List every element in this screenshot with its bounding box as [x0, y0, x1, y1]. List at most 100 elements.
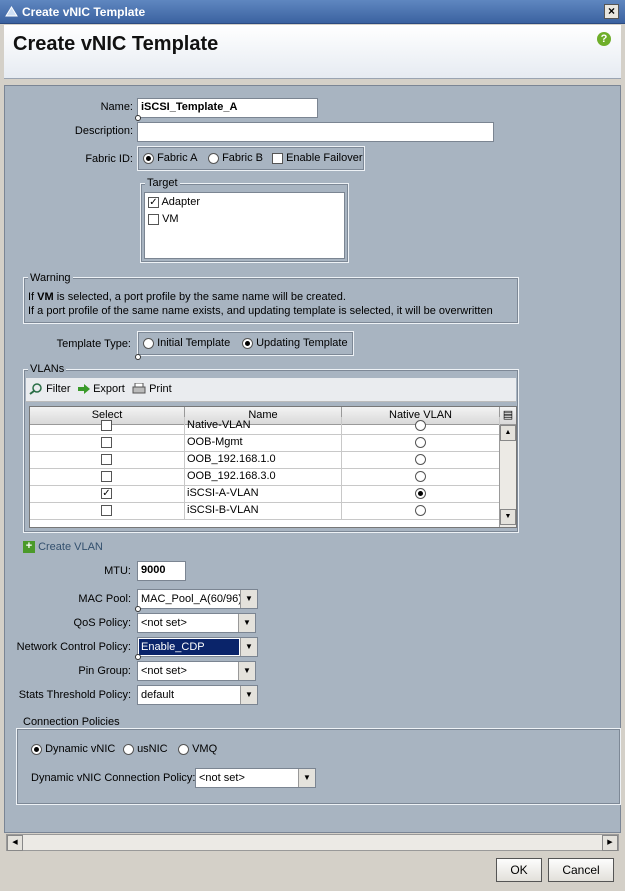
- scroll-up-icon[interactable]: ▲: [500, 425, 516, 441]
- target-vm-item[interactable]: VM: [148, 213, 179, 225]
- printer-icon: [132, 382, 146, 394]
- radio-selected-icon[interactable]: [415, 488, 426, 499]
- required-marker: [135, 606, 141, 612]
- vmq-radio[interactable]: VMQ: [178, 743, 217, 755]
- mac-pool-select[interactable]: MAC_Pool_A(60/96) ▼: [137, 589, 258, 609]
- select-cell: ✓: [30, 485, 185, 503]
- scroll-right-icon[interactable]: ▶: [602, 835, 618, 851]
- radio-icon: [178, 743, 189, 755]
- target-adapter-item[interactable]: ✓ Adapter: [148, 196, 200, 208]
- description-input[interactable]: [137, 122, 494, 142]
- checkbox-icon[interactable]: [101, 454, 112, 465]
- chevron-down-icon[interactable]: ▼: [238, 662, 255, 680]
- dynamic-vnic-radio[interactable]: Dynamic vNIC: [31, 743, 115, 755]
- native-vlan-cell: [342, 451, 500, 469]
- vertical-scrollbar[interactable]: ▲ ▼: [499, 425, 516, 527]
- qos-policy-select[interactable]: <not set> ▼: [137, 613, 256, 633]
- vlans-toolbar: Filter Export Print: [26, 378, 516, 402]
- checkbox-checked-icon[interactable]: ✓: [101, 488, 112, 499]
- native-vlan-cell: [342, 502, 500, 520]
- plus-icon: +: [23, 541, 35, 554]
- scroll-down-icon[interactable]: ▼: [500, 509, 516, 525]
- table-row[interactable]: ✓ iSCSI-A-VLAN: [30, 485, 500, 503]
- export-arrow-icon: [78, 384, 90, 395]
- radio-selected-icon: [143, 152, 154, 164]
- table-row[interactable]: Native-VLAN: [30, 417, 500, 435]
- checkbox-icon: [148, 213, 159, 225]
- checkbox-icon[interactable]: [101, 420, 112, 431]
- dynamic-vnic-policy-select[interactable]: <not set> ▼: [195, 768, 316, 788]
- pin-group-select[interactable]: <not set> ▼: [137, 661, 256, 681]
- required-marker: [135, 115, 141, 121]
- mtu-input[interactable]: 9000: [137, 561, 186, 581]
- mtu-label: MTU:: [104, 565, 131, 577]
- vlan-name-cell: OOB_192.168.1.0: [185, 451, 342, 469]
- stats-threshold-label: Stats Threshold Policy:: [18, 689, 131, 701]
- radio-icon[interactable]: [415, 437, 426, 448]
- native-vlan-cell: [342, 485, 500, 503]
- checkbox-icon[interactable]: [101, 437, 112, 448]
- checkbox-icon[interactable]: [101, 471, 112, 482]
- radio-icon[interactable]: [415, 505, 426, 516]
- fabric-b-radio[interactable]: Fabric B: [208, 152, 263, 164]
- column-chooser-icon[interactable]: ▤: [500, 407, 516, 425]
- scroll-left-icon[interactable]: ◀: [7, 835, 23, 851]
- main-panel: Name: iSCSI_Template_A Description: Fabr…: [4, 85, 621, 833]
- table-row[interactable]: iSCSI-B-VLAN: [30, 502, 500, 520]
- name-input[interactable]: iSCSI_Template_A: [137, 98, 318, 118]
- warning-text-line2: If a port profile of the same name exist…: [28, 305, 493, 317]
- create-vlan-button[interactable]: + Create VLAN: [23, 541, 103, 554]
- filter-button[interactable]: Filter: [29, 383, 71, 395]
- vlan-name-cell: OOB_192.168.3.0: [185, 468, 342, 486]
- print-button[interactable]: Print: [132, 382, 172, 395]
- window-titlebar[interactable]: Create vNIC Template ×: [0, 0, 625, 24]
- radio-icon[interactable]: [415, 420, 426, 431]
- radio-selected-icon: [242, 337, 253, 349]
- connection-policies-group: [16, 728, 621, 805]
- template-type-label: Template Type:: [56, 338, 131, 350]
- network-control-policy-select[interactable]: Enable_CDP ▼: [137, 637, 258, 657]
- ok-button[interactable]: OK: [496, 858, 542, 882]
- table-row[interactable]: OOB_192.168.3.0: [30, 468, 500, 486]
- chevron-down-icon[interactable]: ▼: [240, 638, 257, 656]
- enable-failover-checkbox[interactable]: Enable Failover: [272, 152, 363, 164]
- chevron-down-icon[interactable]: ▼: [238, 614, 255, 632]
- target-list: ✓ Adapter VM: [144, 192, 345, 259]
- usnic-radio[interactable]: usNIC: [123, 743, 168, 755]
- required-marker: [135, 354, 141, 360]
- chevron-down-icon[interactable]: ▼: [240, 590, 257, 608]
- dynamic-vnic-policy-label: Dynamic vNIC Connection Policy:: [31, 772, 196, 784]
- fabric-a-radio[interactable]: Fabric A: [143, 152, 197, 164]
- select-cell: [30, 468, 185, 486]
- app-icon: [5, 6, 18, 17]
- mac-pool-label: MAC Pool:: [78, 593, 131, 605]
- select-cell: [30, 434, 185, 452]
- horizontal-scrollbar[interactable]: ◀ ▶: [6, 834, 619, 851]
- select-cell: [30, 502, 185, 520]
- checkbox-icon[interactable]: [101, 505, 112, 516]
- radio-icon[interactable]: [415, 471, 426, 482]
- table-row[interactable]: OOB-Mgmt: [30, 434, 500, 452]
- chevron-down-icon[interactable]: ▼: [298, 769, 315, 787]
- radio-icon: [123, 743, 134, 755]
- vlan-name-cell: iSCSI-B-VLAN: [185, 502, 342, 520]
- target-title: Target: [145, 177, 180, 189]
- radio-icon: [208, 152, 219, 164]
- help-icon[interactable]: ?: [597, 32, 611, 46]
- required-marker: [135, 654, 141, 660]
- select-cell: [30, 417, 185, 435]
- stats-threshold-select[interactable]: default ▼: [137, 685, 258, 705]
- vlans-rows: Native-VLAN OOB-Mgmt OOB_192.168.1.0 OOB_19…: [30, 407, 500, 527]
- network-control-policy-label: Network Control Policy:: [16, 641, 131, 653]
- close-icon[interactable]: ×: [604, 4, 619, 19]
- radio-icon: [143, 337, 154, 349]
- window-title: Create vNIC Template: [22, 5, 146, 19]
- table-row[interactable]: OOB_192.168.1.0: [30, 451, 500, 469]
- description-label: Description:: [74, 125, 133, 137]
- cancel-button[interactable]: Cancel: [548, 858, 614, 882]
- initial-template-radio[interactable]: Initial Template: [143, 337, 230, 349]
- export-button[interactable]: Export: [78, 383, 125, 395]
- chevron-down-icon[interactable]: ▼: [240, 686, 257, 704]
- radio-icon[interactable]: [415, 454, 426, 465]
- updating-template-radio[interactable]: Updating Template: [242, 337, 348, 349]
